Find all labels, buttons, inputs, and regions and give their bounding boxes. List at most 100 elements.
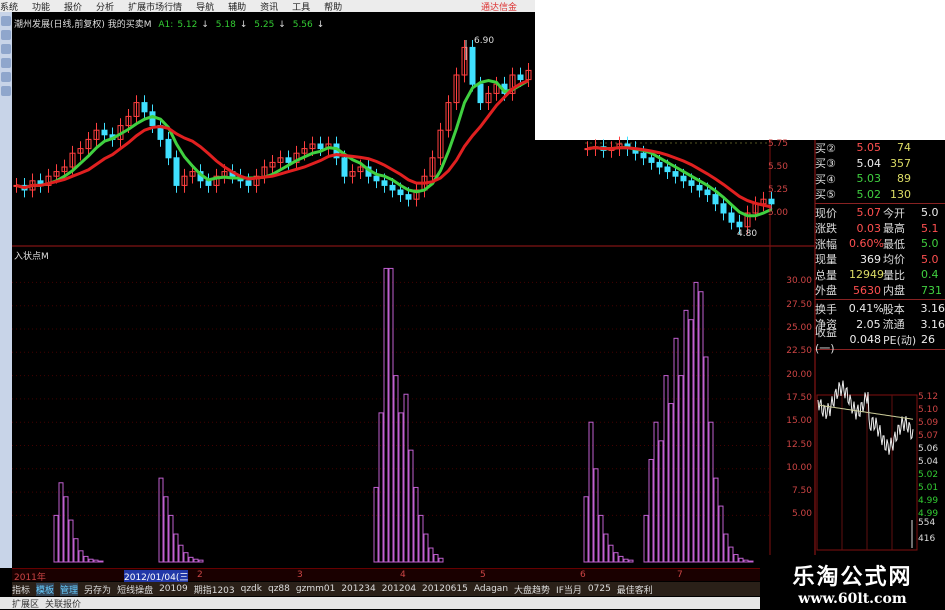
indicator-tab[interactable]: 大盘趋势 xyxy=(514,583,550,596)
stat-row: 现价5.07今开5.0 xyxy=(815,205,945,221)
stat-label: 今开 xyxy=(883,205,917,221)
indicator-bar xyxy=(184,553,188,562)
indicator-axis-label: 17.50 xyxy=(772,393,812,403)
indicator-bar xyxy=(704,357,708,562)
finance-value: 3.16 xyxy=(921,318,945,331)
indicator-tab[interactable]: 20109 xyxy=(159,584,188,594)
stat-row: 涨幅0.60%最低5.0 xyxy=(815,236,945,252)
candle xyxy=(206,181,211,186)
intraday-price-label: 5.02 xyxy=(918,470,938,480)
candle xyxy=(721,204,726,213)
indicator-tab[interactable]: qz88 xyxy=(268,584,290,594)
indicator-bar xyxy=(74,539,78,562)
stat-label: 量比 xyxy=(883,267,917,283)
indicator-axis-label: 25.00 xyxy=(772,323,812,333)
bid-price: 5.04 xyxy=(849,157,881,170)
indicator-tab[interactable]: 0725 xyxy=(588,584,611,594)
indicator-tab[interactable]: 管理 xyxy=(60,583,78,596)
indicator-bar xyxy=(614,553,618,562)
bid-label: 买④ xyxy=(815,171,849,187)
low-marker: 4.80 xyxy=(737,229,757,239)
stat-label: 现价 xyxy=(815,205,849,221)
indicator-bar xyxy=(749,561,753,562)
indicator-axis-label: 12.50 xyxy=(772,440,812,450)
indicator-bar xyxy=(79,551,83,562)
tab-extension-area[interactable]: 扩展区 xyxy=(12,597,39,610)
indicator-tab[interactable]: 201234 xyxy=(341,584,375,594)
indicator-bar xyxy=(84,556,88,562)
indicator-bar xyxy=(194,559,198,562)
indicator-tab[interactable]: 期指1203 xyxy=(194,583,235,596)
indicator-bar xyxy=(719,506,723,562)
indicator-bar xyxy=(649,459,653,562)
bid-volume: 357 xyxy=(881,157,911,170)
stat-label: 均价 xyxy=(883,251,917,267)
bid-price: 5.05 xyxy=(849,141,881,154)
indicator-bar xyxy=(624,559,628,562)
stat-value: 5.0 xyxy=(921,206,939,219)
quote-panel: 买②5.0574买③5.04357买④5.0389买⑤5.02130 现价5.0… xyxy=(815,140,945,351)
candle xyxy=(382,181,387,186)
finance-value: 0.048 xyxy=(849,333,881,346)
indicator-bar xyxy=(404,394,408,562)
finance-label: 换手 xyxy=(815,301,849,317)
indicator-bar xyxy=(94,560,98,562)
indicator-tab[interactable]: 另存为 xyxy=(84,583,111,596)
indicator-tab[interactable]: 模板 xyxy=(36,583,54,596)
candle xyxy=(518,75,523,80)
intraday-price-label: 5.04 xyxy=(918,457,938,467)
indicator-bar xyxy=(674,338,678,562)
intraday-price-label: 5.01 xyxy=(918,483,938,493)
indicator-bar xyxy=(179,545,183,562)
intraday-price-label: 5.09 xyxy=(918,418,938,428)
bid-row[interactable]: 买⑤5.02130 xyxy=(815,187,945,203)
indicator-bar xyxy=(99,561,103,562)
bid-row[interactable]: 买③5.04357 xyxy=(815,156,945,172)
bid-row[interactable]: 买②5.0574 xyxy=(815,140,945,156)
main-chart-title: 潮州发展(日线,前复权) 我的买卖M A1:5.12↓ 5.18↓ 5.25↓ … xyxy=(14,17,328,30)
indicator-tab[interactable]: 20120615 xyxy=(422,584,468,594)
watermark-name: 乐淘公式网 xyxy=(760,559,945,591)
finance-row: 收益(一)0.048PE(动)26 xyxy=(815,332,945,348)
candle xyxy=(374,176,379,181)
indicator-tab[interactable]: Adagan xyxy=(474,584,508,594)
bid-label: 买⑤ xyxy=(815,186,849,202)
stat-value: 12949 xyxy=(849,268,881,281)
date-label: 6 xyxy=(580,570,586,580)
intraday-price-label: 5.06 xyxy=(918,444,938,454)
date-label: 5 xyxy=(480,570,486,580)
date-axis[interactable]: 2011年 2012/01/04(三 2 3 4 5 6 7 xyxy=(12,568,760,581)
stat-label: 外盘 xyxy=(815,282,849,298)
candle xyxy=(286,158,291,163)
indicator-axis-label: 20.00 xyxy=(772,370,812,380)
indicator-bar xyxy=(424,534,428,562)
indicator-tab[interactable]: 最佳客利 xyxy=(617,583,653,596)
candle xyxy=(174,158,179,186)
stat-row: 外盘5630内盘731 xyxy=(815,283,945,299)
tab-related-quote[interactable]: 关联报价 xyxy=(45,597,81,610)
candle xyxy=(150,112,155,126)
stat-label: 涨跌 xyxy=(815,220,849,236)
candle xyxy=(398,190,403,195)
stat-label: 内盘 xyxy=(883,282,917,298)
indicator-bar xyxy=(724,534,728,562)
indicator-tab[interactable]: gzmm01 xyxy=(296,584,335,594)
indicator-tabs: 指标模板管理另存为短线操盘 20109 期指1203 qzdk qz88 gzmm01 20… xyxy=(12,582,760,596)
indicator-tab[interactable]: 201204 xyxy=(382,584,416,594)
finance-row: 换手0.41%股本3.16 xyxy=(815,301,945,317)
indicator-tab[interactable]: 指标 xyxy=(12,583,30,596)
intraday-price-label: 5.10 xyxy=(918,405,938,415)
bid-price: 5.02 xyxy=(849,188,881,201)
indicator-bar xyxy=(629,560,633,562)
stat-value: 5.0 xyxy=(921,253,939,266)
bid-row[interactable]: 买④5.0389 xyxy=(815,171,945,187)
indicator-bar xyxy=(54,515,58,562)
indicator-bar xyxy=(739,558,743,562)
indicator-bar xyxy=(439,558,443,562)
indicator-bar xyxy=(379,413,383,562)
indicator-bar xyxy=(584,497,588,562)
indicator-tab[interactable]: 短线操盘 xyxy=(117,583,153,596)
stat-value: 5.1 xyxy=(921,222,939,235)
indicator-tab[interactable]: qzdk xyxy=(241,584,262,594)
indicator-tab[interactable]: IF当月 xyxy=(556,583,582,596)
